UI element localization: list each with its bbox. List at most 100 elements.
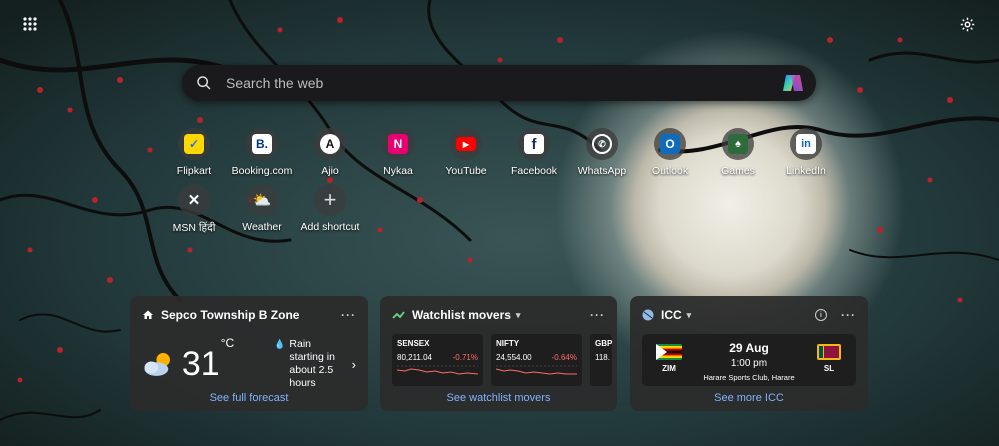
web-search-bar xyxy=(182,65,816,101)
shortcut-tile: ▶ xyxy=(450,128,482,160)
shortcut-tile: N xyxy=(382,128,414,160)
weather-location[interactable]: Sepco Township B Zone xyxy=(161,308,299,322)
shortcut-tile: A xyxy=(314,128,346,160)
sparkline xyxy=(396,365,479,375)
ticker-value: 118. xyxy=(595,353,610,362)
shortcut-tile: ✕ xyxy=(178,184,210,216)
ticker-tile-nifty[interactable]: NIFTY 24,554.00 -0.64% xyxy=(491,334,582,386)
see-watchlist-movers-link[interactable]: See watchlist movers xyxy=(380,392,617,404)
more-options-button[interactable]: ··· xyxy=(590,308,605,322)
shortcut-msn-hindi[interactable]: ✕ MSN हिंदी xyxy=(160,184,228,235)
shortcut-label: WhatsApp xyxy=(577,165,627,177)
shortcut-linkedin[interactable]: in LinkedIn xyxy=(772,128,840,177)
info-icon[interactable]: i xyxy=(815,309,827,321)
rain-alert[interactable]: 💧 Rain starting in about 2.5 hours › xyxy=(274,338,356,390)
icc-card[interactable]: ICC ▾ i ··· ZIM 29 Aug 1:00 pm Harare Sp… xyxy=(630,296,868,411)
ticker-name: SENSEX xyxy=(397,339,430,348)
match-venue: Harare Sports Club, Harare xyxy=(703,373,795,382)
match-tile[interactable]: ZIM 29 Aug 1:00 pm Harare Sports Club, H… xyxy=(642,334,856,386)
shortcut-whatsapp[interactable]: ✆ WhatsApp xyxy=(568,128,636,177)
chevron-down-icon[interactable]: ▾ xyxy=(687,310,692,321)
shortcut-tile: O xyxy=(654,128,686,160)
shortcut-games[interactable]: ♠ Games xyxy=(704,128,772,177)
outlook-icon: O xyxy=(660,134,680,154)
shortcut-tile: in xyxy=(790,128,822,160)
shortcut-label: Ajio xyxy=(321,165,339,177)
more-options-button[interactable]: ··· xyxy=(341,308,356,322)
shortcut-label: Facebook xyxy=(510,165,558,177)
raindrop-icon: 💧 xyxy=(274,339,286,349)
shortcut-label: MSN हिंदी xyxy=(172,222,216,234)
ticker-tile-sensex[interactable]: SENSEX 80,211.04 -0.71% xyxy=(392,334,483,386)
chevron-down-icon[interactable]: ▾ xyxy=(516,310,521,321)
shortcut-label: Weather xyxy=(242,221,282,233)
shortcut-nykaa[interactable]: N Nykaa xyxy=(364,128,432,177)
whatsapp-icon: ✆ xyxy=(592,134,612,154)
shortcut-booking[interactable]: B. Booking.com xyxy=(228,128,296,177)
shortcut-flipkart[interactable]: ✓ Flipkart xyxy=(160,128,228,177)
shortcut-tile: ✓ xyxy=(178,128,210,160)
ticker-value: 80,211.04 xyxy=(397,353,432,362)
weather-card[interactable]: Sepco Township B Zone ··· 31 °C 💧 Rain s… xyxy=(130,296,368,411)
plus-icon: + xyxy=(323,187,337,212)
nykaa-icon: N xyxy=(388,134,408,154)
shortcut-label: Outlook xyxy=(651,165,689,177)
grid-icon xyxy=(23,17,37,31)
chevron-right-icon: › xyxy=(351,356,356,372)
cricket-ball-icon xyxy=(642,309,654,321)
shortcut-label: Add shortcut xyxy=(300,221,360,233)
msn-icon: ✕ xyxy=(187,192,201,209)
facebook-icon: f xyxy=(524,134,544,154)
see-full-forecast-link[interactable]: See full forecast xyxy=(130,392,368,404)
youtube-icon: ▶ xyxy=(456,137,476,151)
shortcut-label: Flipkart xyxy=(176,165,212,177)
watchlist-title[interactable]: Watchlist movers xyxy=(412,308,511,322)
apps-launcher-button[interactable] xyxy=(18,12,42,36)
flipkart-icon: ✓ xyxy=(184,134,204,154)
rain-line-2: about 2.5 hours xyxy=(289,364,334,389)
trend-up-icon xyxy=(392,311,405,319)
copilot-icon[interactable] xyxy=(780,70,806,96)
shortcut-weather[interactable]: ⛅ Weather xyxy=(228,184,296,233)
sri-lanka-flag-icon xyxy=(817,344,841,360)
booking-icon: B. xyxy=(252,134,272,154)
see-more-icc-link[interactable]: See more ICC xyxy=(630,392,868,404)
partly-cloudy-icon xyxy=(144,352,170,376)
ticker-tile-gbp[interactable]: GBP 118. xyxy=(590,334,613,386)
temperature-unit[interactable]: °C xyxy=(221,336,234,350)
settings-button[interactable] xyxy=(955,12,979,36)
ticker-value: 24,554.00 xyxy=(496,353,532,362)
shortcut-tile: B. xyxy=(246,128,278,160)
ticker-change: -0.64% xyxy=(551,353,577,362)
gear-icon xyxy=(960,17,974,31)
shortcut-label: Games xyxy=(721,165,755,177)
shortcut-label: Nykaa xyxy=(383,165,413,177)
search-input[interactable] xyxy=(224,74,780,92)
shortcut-facebook[interactable]: f Facebook xyxy=(500,128,568,177)
shortcut-label: LinkedIn xyxy=(786,165,826,177)
temperature-value: 31 xyxy=(181,345,220,383)
ticker-name: NIFTY xyxy=(496,339,520,348)
shortcut-tile: ⛅ xyxy=(246,184,278,216)
sparkline xyxy=(495,365,577,375)
cards-icon: ♠ xyxy=(728,134,748,154)
team-2-name: SL xyxy=(823,364,835,373)
shortcut-label: YouTube xyxy=(445,165,487,177)
shortcut-ajio[interactable]: A Ajio xyxy=(296,128,364,177)
search-icon xyxy=(197,76,211,90)
shortcut-label: Booking.com xyxy=(231,165,293,177)
more-options-button[interactable]: ··· xyxy=(841,308,856,322)
watchlist-card[interactable]: Watchlist movers ▾ ··· SENSEX 80,211.04 … xyxy=(380,296,617,411)
weather-icon: ⛅ xyxy=(252,192,272,209)
shortcut-tile: + xyxy=(314,184,346,216)
rain-line-1: Rain starting in xyxy=(289,338,335,363)
shortcut-outlook[interactable]: O Outlook xyxy=(636,128,704,177)
shortcut-tile: ♠ xyxy=(722,128,754,160)
shortcut-tile: ✆ xyxy=(586,128,618,160)
shortcut-youtube[interactable]: ▶ YouTube xyxy=(432,128,500,177)
ticker-change: -0.71% xyxy=(452,353,478,362)
ticker-name: GBP xyxy=(595,339,613,348)
shortcut-tile: f xyxy=(518,128,550,160)
icc-title[interactable]: ICC xyxy=(661,308,682,322)
add-shortcut-button[interactable]: + Add shortcut xyxy=(296,184,364,233)
